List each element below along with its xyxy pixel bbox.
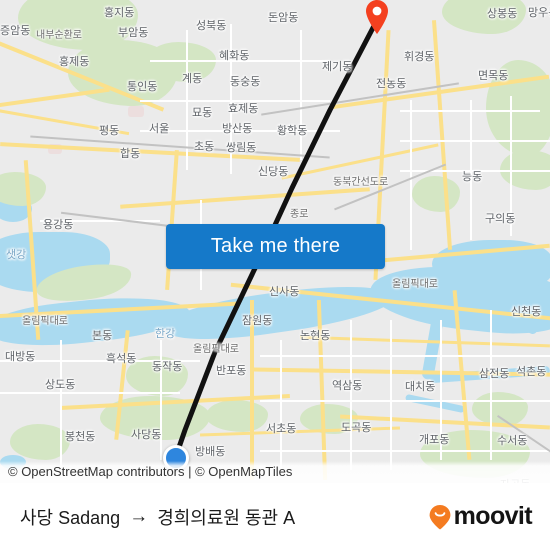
- map-label: 돈암동: [268, 12, 299, 24]
- map-label: 합동: [120, 148, 141, 160]
- map-label: 효제동: [228, 103, 259, 115]
- map-label: 방산동: [222, 123, 253, 135]
- map-label: 증암동: [0, 25, 31, 37]
- map-label: 면목동: [478, 70, 509, 82]
- map-label: 동숭동: [230, 76, 261, 88]
- map-label: 반포동: [216, 365, 247, 377]
- map-label: 역삼동: [332, 380, 363, 392]
- moovit-wordmark: moovit: [453, 502, 533, 530]
- map-label: 용강동: [43, 219, 74, 231]
- footer-bar: 사당 Sadang → 경희의료원 동관 A moovit: [0, 483, 550, 550]
- moovit-logo[interactable]: moovit: [428, 502, 533, 531]
- map-label: 대방동: [5, 351, 36, 363]
- app-root: 홍지동성북동 돈암동 상봉동 망우동증암동 내부순환로 부암동혜화동제기동 휘경동 홍제동면목…: [0, 0, 550, 550]
- map-label: 신사동: [269, 286, 300, 298]
- map-label: 계동: [182, 73, 203, 85]
- map-label: 흑석동: [106, 353, 137, 365]
- map-label: 통인동: [127, 81, 158, 93]
- map-label: 논현동: [300, 330, 331, 342]
- map-label: 혜화동: [219, 50, 250, 62]
- map-label: 올림픽대로: [392, 279, 438, 290]
- map-label: 종로: [290, 209, 309, 220]
- map-label: 삼전동: [479, 368, 510, 380]
- map-attribution[interactable]: © OpenStreetMap contributors | © OpenMap…: [0, 461, 550, 483]
- map-label: 부암동: [118, 27, 149, 39]
- map-label: 서초동: [266, 423, 297, 435]
- map-label: 초동: [194, 141, 215, 153]
- map-label: 황학동: [277, 125, 308, 137]
- map-label: 개포동: [419, 434, 450, 446]
- map-label: 본동: [92, 330, 113, 342]
- map-label: 잠원동: [242, 315, 273, 327]
- arrow-right-icon: →: [129, 506, 149, 527]
- map-pin-icon: [366, 0, 388, 34]
- map-label: 서울: [149, 123, 170, 135]
- destination-pin[interactable]: [360, 0, 394, 34]
- map-label: 홍지동: [104, 7, 135, 19]
- moovit-pin-icon: [429, 504, 451, 529]
- map-label: 사당동: [131, 429, 162, 441]
- map-label: 신당동: [258, 166, 289, 178]
- map-label: 상도동: [45, 379, 76, 391]
- take-me-there-button[interactable]: Take me there: [166, 224, 385, 269]
- map-label: 신천동: [511, 306, 542, 318]
- map-label: 봉천동: [65, 431, 96, 443]
- map-label: 올림픽대로: [193, 344, 239, 355]
- map-label: 휘경동: [404, 51, 435, 63]
- trip-destination: 경희의료원 동관 A: [157, 507, 296, 528]
- map-label: 석촌동: [516, 366, 547, 378]
- map-label: 평동: [99, 125, 120, 137]
- map-label: 대치동: [405, 381, 436, 393]
- map-label: 능동: [462, 171, 483, 183]
- map-label: 수서동: [497, 435, 528, 447]
- map-label: 방배동: [195, 446, 226, 458]
- map-label: 내부순환로: [36, 30, 82, 41]
- map-label: 도곡동: [341, 422, 372, 434]
- map-label: 묘동: [192, 107, 213, 119]
- trip-summary: 사당 Sadang → 경희의료원 동관 A: [20, 504, 295, 530]
- map-label: 전농동: [376, 78, 407, 90]
- map-label: 동북간선도로: [333, 177, 389, 188]
- map-label: 올림픽대로: [22, 316, 68, 327]
- map-label: 동작동: [152, 361, 183, 373]
- map-label: 제기동: [322, 61, 353, 73]
- map-label: 상봉동: [487, 8, 518, 20]
- map-label: 한강: [155, 328, 176, 340]
- map-label: 망우동: [528, 7, 550, 19]
- map-label: 홍제동: [59, 56, 90, 68]
- map-label: 쌍림동: [226, 142, 257, 154]
- map-label: 구의동: [485, 213, 516, 225]
- map-label: 샛강: [6, 249, 27, 261]
- trip-origin: 사당 Sadang: [20, 507, 121, 528]
- map-label: 성북동: [196, 20, 227, 32]
